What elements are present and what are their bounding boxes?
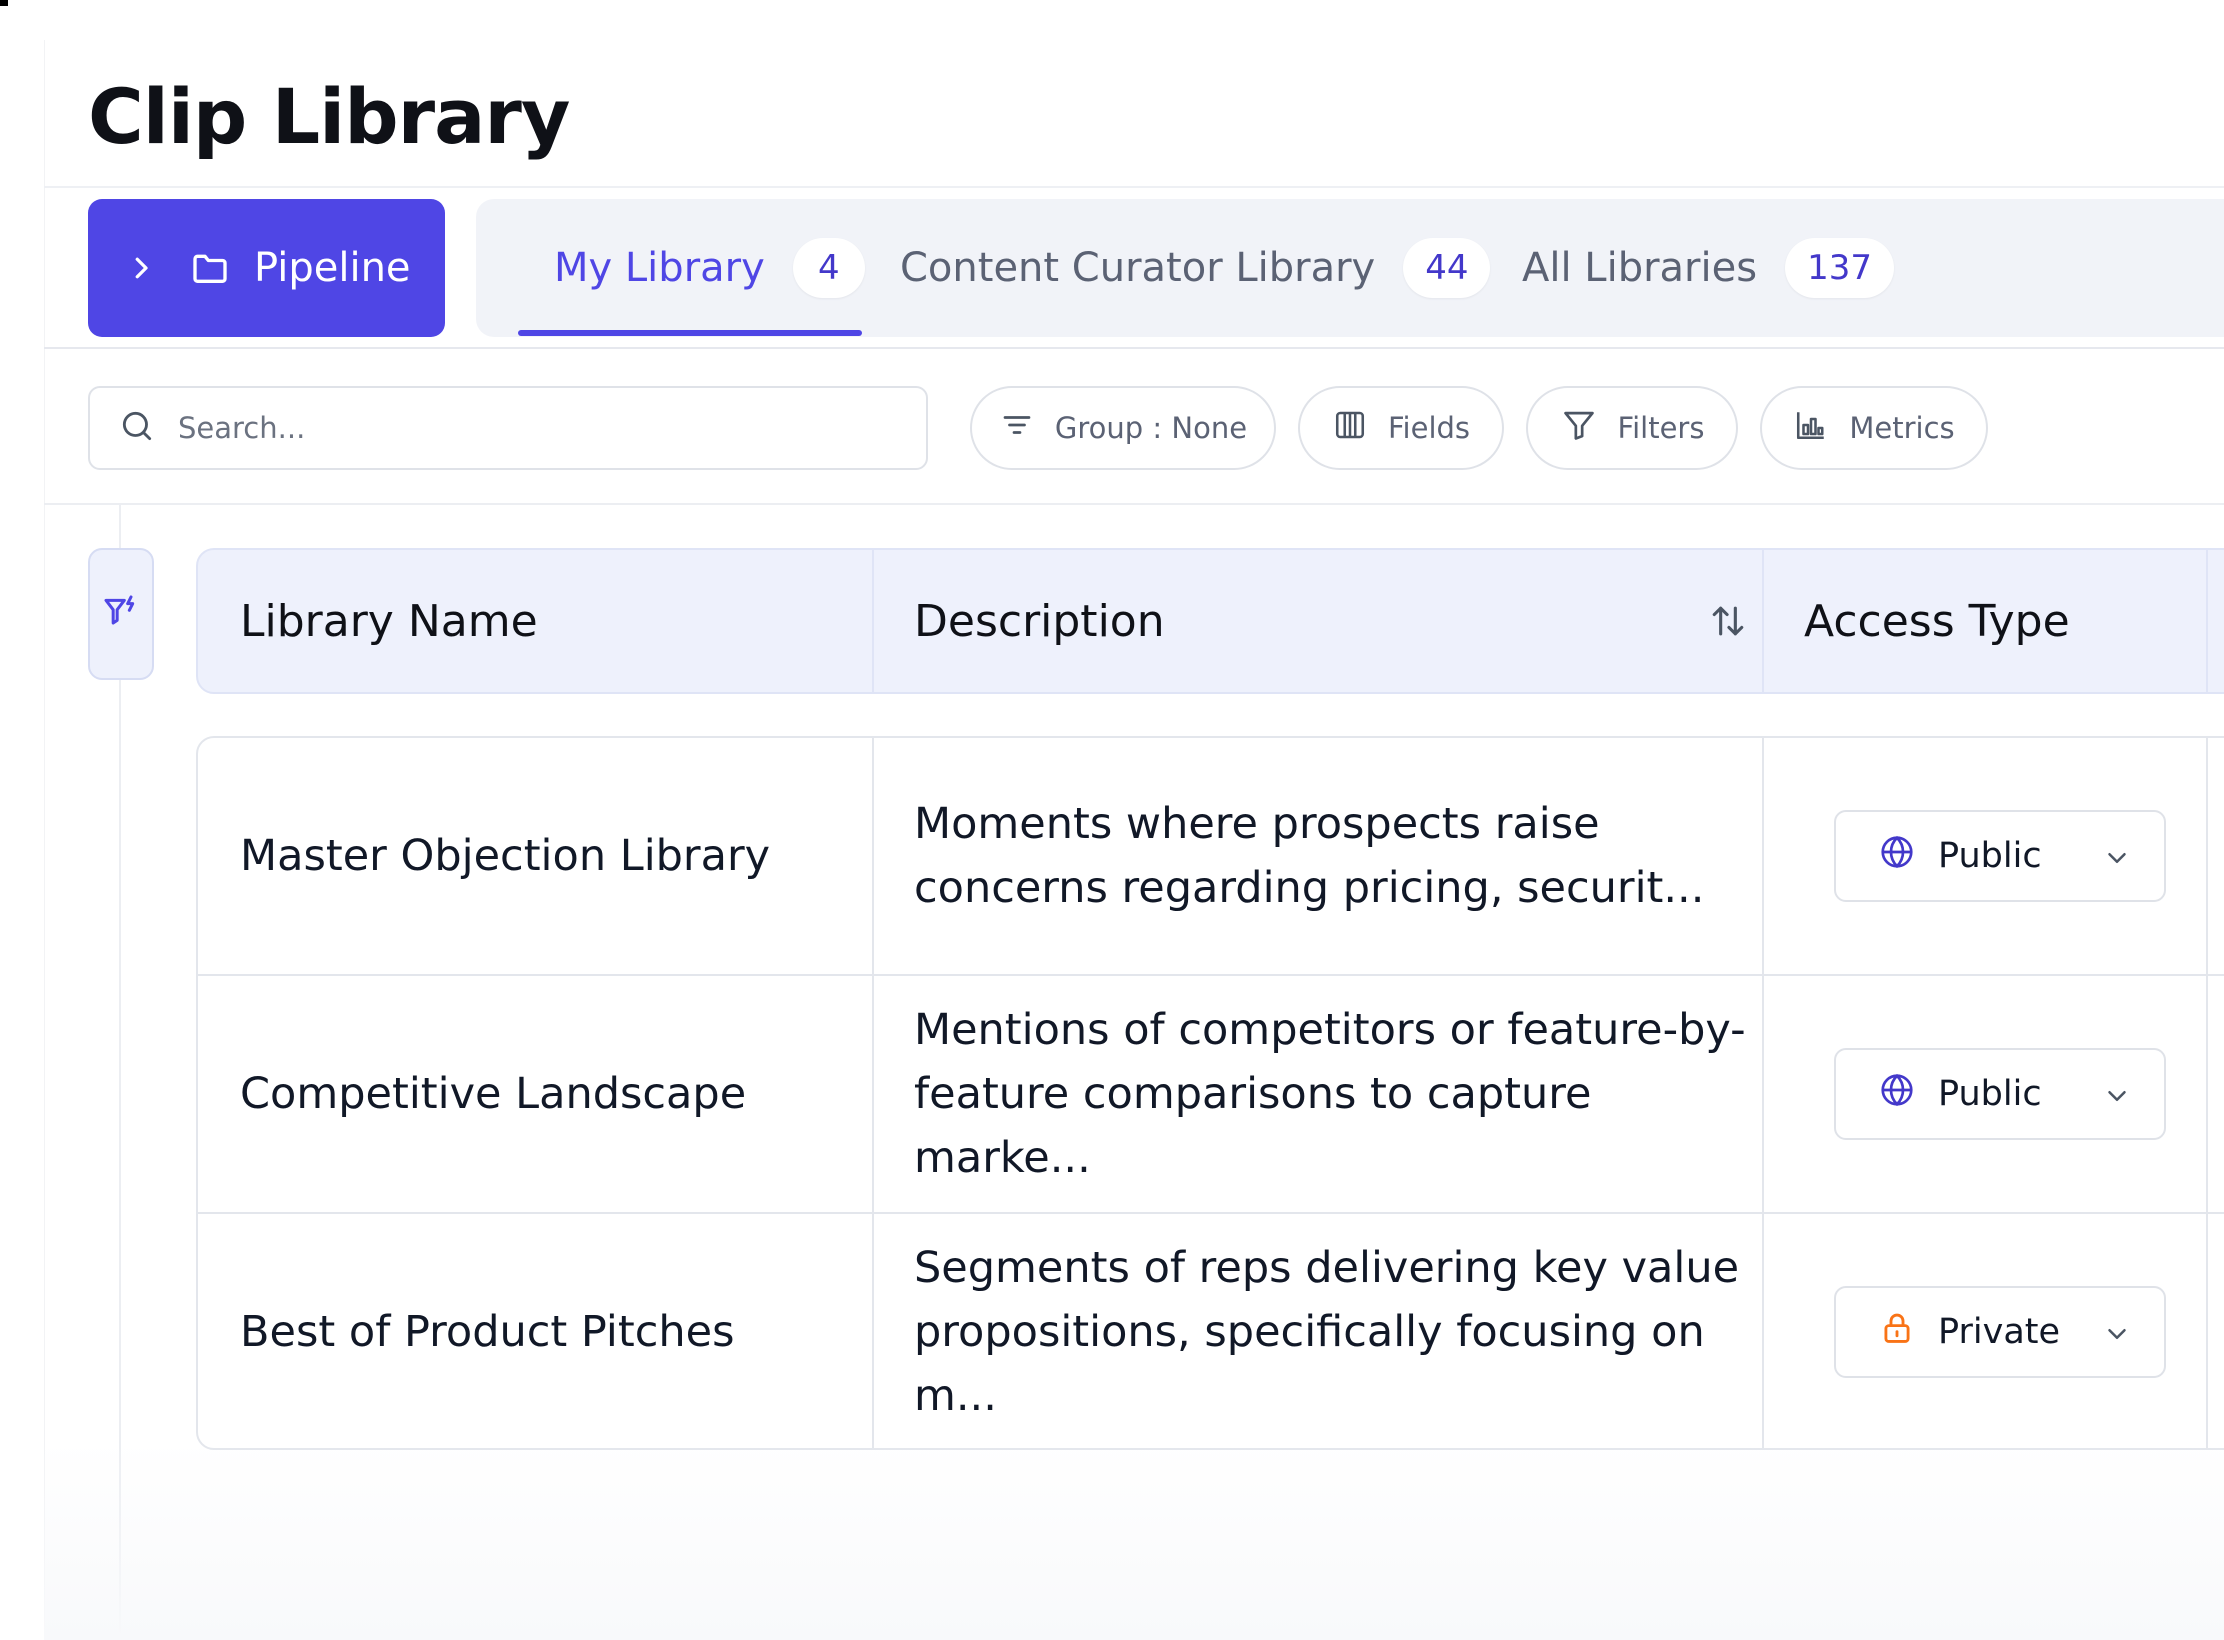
description-cell: Mentions of competitors or feature-by- f… [914,976,1774,1212]
funnel-icon [1560,406,1598,451]
access-type-value: Private [1938,1312,2061,1352]
library-name-cell: Master Objection Library [240,831,771,881]
pipeline-label: Pipeline [254,245,411,291]
library-name-cell: Competitive Landscape [240,1069,747,1119]
description-line: concerns regarding pricing, securit... [914,863,1705,913]
bottom-fade [44,1440,2224,1640]
tabs-divider [44,347,2224,349]
sort-lines-icon [999,407,1035,450]
corner-mark [0,0,8,6]
column-divider [2206,550,2208,692]
access-type-dropdown[interactable]: Private [1834,1286,2166,1378]
column-divider [872,550,874,692]
tab-label: Content Curator Library [900,245,1376,291]
description-line: Segments of reps delivering key value [914,1243,1740,1293]
active-tab-indicator [518,330,862,336]
filters-button[interactable]: Filters [1526,386,1738,470]
table-row[interactable]: Competitive Landscape Mentions of compet… [198,976,2224,1214]
metrics-button[interactable]: Metrics [1760,386,1988,470]
chevron-down-icon [2102,1318,2132,1358]
description-line: Mentions of competitors or feature-by- [914,1005,1746,1055]
tab-label: My Library [554,245,765,291]
table-row[interactable]: Best of Product Pitches Segments of reps… [198,1214,2224,1448]
folder-icon [190,248,230,288]
app-window: Clip Library Pipeline My Library 4 Conte… [0,0,2224,1640]
access-type-value: Public [1938,836,2042,876]
description-line: feature comparisons to capture marke... [914,1069,1592,1183]
metrics-label: Metrics [1849,411,1955,445]
tab-all-libraries[interactable]: All Libraries 137 [1522,199,1894,337]
description-line: propositions, specifically focusing on m… [914,1307,1705,1421]
page-edge [44,40,45,1640]
tab-count: 4 [792,238,865,298]
globe-icon [1878,833,1916,880]
bar-chart-icon [1793,407,1829,450]
access-type-value: Public [1938,1074,2042,1114]
group-button[interactable]: Group : None [970,386,1276,470]
library-name-cell: Best of Product Pitches [240,1307,735,1357]
search-box[interactable] [88,386,928,470]
group-label: Group : None [1054,411,1248,445]
search-icon [118,407,156,449]
tab-content-curator-library[interactable]: Content Curator Library 44 [900,199,1491,337]
description-cell: Moments where prospects raise concerns r… [914,738,1774,974]
toolbar-divider [44,503,2224,505]
header-divider [44,186,2224,188]
tab-my-library[interactable]: My Library 4 [554,199,865,337]
column-header-library-name[interactable]: Library Name [240,550,538,692]
access-type-dropdown[interactable]: Public [1834,810,2166,902]
chevron-right-icon [126,253,156,283]
chevron-down-icon [2102,1080,2132,1120]
tab-count: 44 [1403,238,1491,298]
library-tabs: My Library 4 Content Curator Library 44 … [476,199,2224,337]
tab-count: 137 [1785,238,1894,298]
description-cell: Segments of reps delivering key value pr… [914,1214,1774,1448]
page-title: Clip Library [88,72,570,161]
fields-label: Fields [1387,411,1471,445]
filters-label: Filters [1617,411,1705,445]
column-divider [1762,550,1764,692]
globe-icon [1878,1071,1916,1118]
sort-arrows-icon[interactable] [1706,550,1750,692]
table-row[interactable]: Master Objection Library Moments where p… [198,738,2224,976]
table-header: Library Name Description Access Type [196,548,2224,694]
tab-label: All Libraries [1522,245,1758,291]
columns-icon [1332,407,1368,450]
pipeline-button[interactable]: Pipeline [88,199,445,337]
smart-filter-button[interactable] [88,548,154,680]
table-body: Master Objection Library Moments where p… [196,736,2224,1450]
access-type-dropdown[interactable]: Public [1834,1048,2166,1140]
sparkle-funnel-icon [101,592,141,636]
lock-icon [1878,1309,1916,1356]
chevron-down-icon [2102,842,2132,882]
column-header-description[interactable]: Description [914,550,1165,692]
fields-button[interactable]: Fields [1298,386,1504,470]
description-line: Moments where prospects raise [914,799,1600,849]
column-header-access-type[interactable]: Access Type [1804,550,2070,692]
search-input[interactable] [178,411,878,445]
